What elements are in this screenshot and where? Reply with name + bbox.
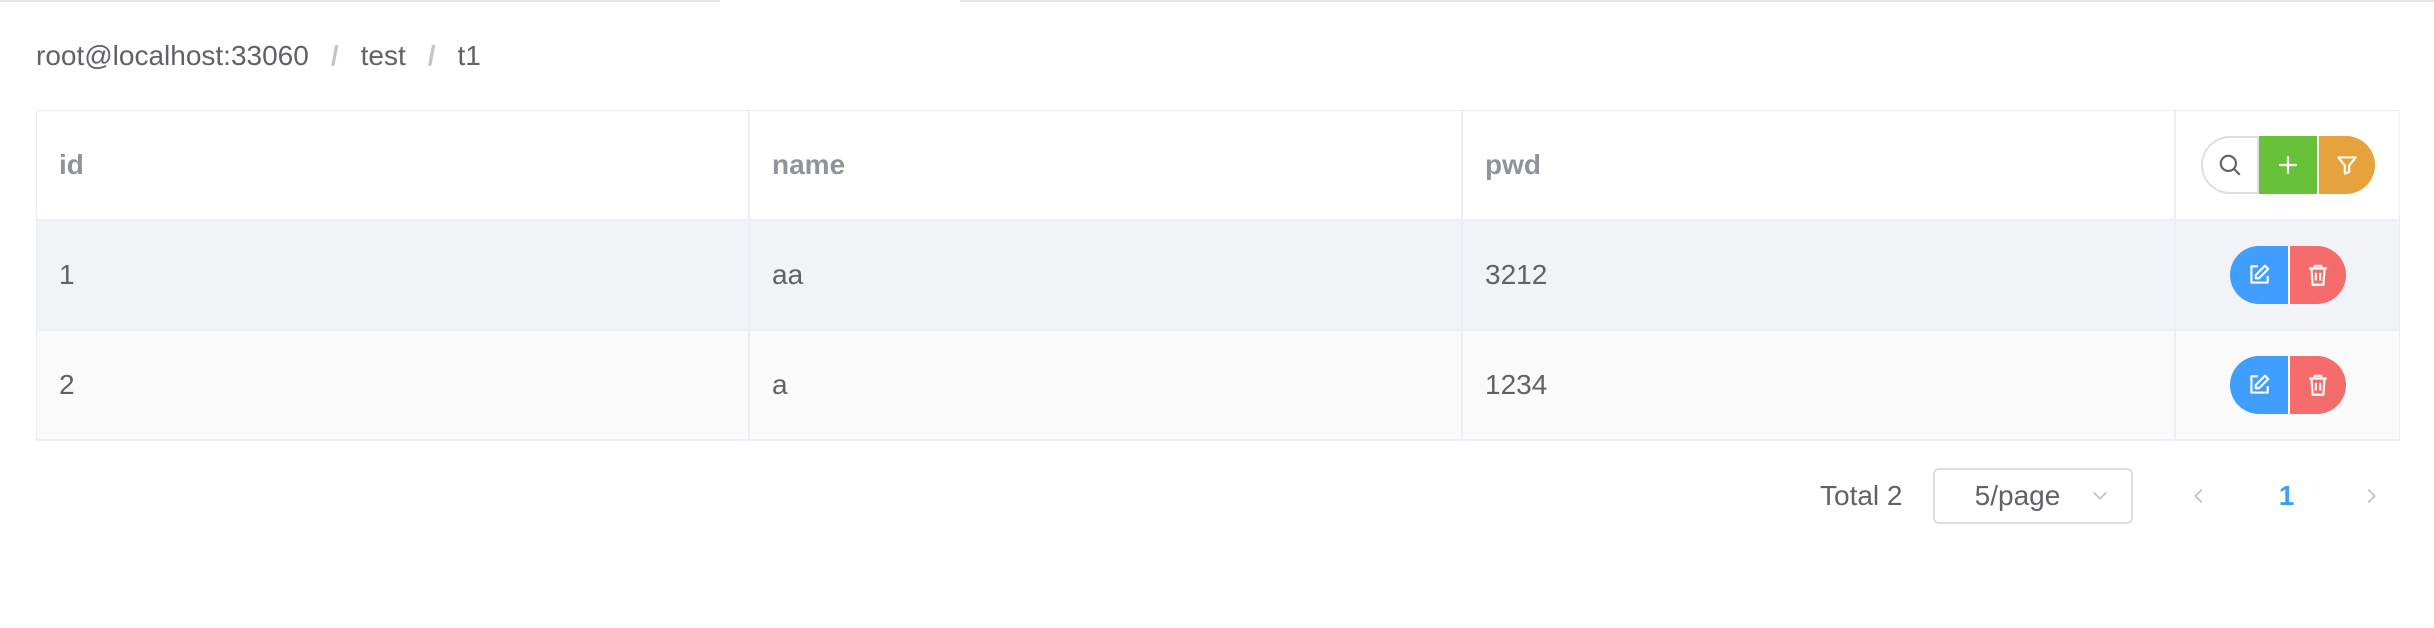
delete-icon bbox=[2308, 374, 2327, 396]
edit-icon bbox=[2249, 264, 2269, 284]
page-size-value: 5/page bbox=[1974, 480, 2061, 511]
column-header-id[interactable]: id bbox=[37, 111, 750, 219]
delete-row-button[interactable] bbox=[2287, 356, 2346, 414]
edit-row-button[interactable] bbox=[2229, 246, 2288, 304]
cell-pwd: 3212 bbox=[1463, 221, 2176, 329]
row-action-group bbox=[2229, 356, 2346, 414]
chevron-right-icon bbox=[2367, 488, 2376, 504]
pagination: Total 2 5/page 1 bbox=[1820, 468, 2400, 524]
toolbar-cell bbox=[2176, 111, 2399, 219]
filter-button[interactable] bbox=[2316, 136, 2375, 194]
tab-strip bbox=[0, 0, 2434, 2]
breadcrumb-separator: / bbox=[330, 40, 339, 71]
active-tab-indicator bbox=[720, 0, 960, 2]
cell-name: aa bbox=[750, 221, 1463, 329]
row-actions bbox=[2176, 331, 2399, 439]
table-header-row: id name pwd bbox=[37, 111, 2399, 221]
page-number-current[interactable]: 1 bbox=[2267, 480, 2307, 512]
cell-id: 2 bbox=[37, 331, 750, 439]
table-row: 1 aa 3212 bbox=[37, 221, 2399, 331]
cell-id: 1 bbox=[37, 221, 750, 329]
column-header-pwd[interactable]: pwd bbox=[1463, 111, 2176, 219]
delete-row-button[interactable] bbox=[2287, 246, 2346, 304]
prev-page-button[interactable] bbox=[2179, 476, 2219, 516]
search-button[interactable] bbox=[2200, 136, 2259, 194]
row-actions bbox=[2176, 221, 2399, 329]
breadcrumb-database[interactable]: test bbox=[361, 40, 406, 72]
chevron-down-icon bbox=[2092, 491, 2107, 500]
search-icon bbox=[2219, 154, 2241, 176]
delete-icon bbox=[2308, 264, 2327, 286]
breadcrumb-table: t1 bbox=[457, 40, 481, 71]
page-size-select[interactable]: 5/page bbox=[1932, 468, 2133, 524]
breadcrumb-separator: / bbox=[427, 40, 436, 71]
table-row: 2 a 1234 bbox=[37, 331, 2399, 441]
edit-icon bbox=[2249, 374, 2269, 394]
pagination-total: Total 2 bbox=[1820, 480, 1903, 511]
filter-icon bbox=[2336, 156, 2357, 175]
add-row-button[interactable] bbox=[2258, 136, 2317, 194]
chevron-left-icon bbox=[2193, 488, 2202, 504]
next-page-button[interactable] bbox=[2351, 476, 2391, 516]
breadcrumb: root@localhost:33060 / test / t1 bbox=[36, 36, 481, 76]
breadcrumb-connection[interactable]: root@localhost:33060 bbox=[36, 40, 309, 72]
row-action-group bbox=[2229, 246, 2346, 304]
data-table: id name pwd 1 aa 3212 2 a 1234 bbox=[36, 110, 2400, 441]
cell-name: a bbox=[750, 331, 1463, 439]
cell-pwd: 1234 bbox=[1463, 331, 2176, 439]
plus-icon bbox=[2278, 156, 2297, 174]
edit-row-button[interactable] bbox=[2229, 356, 2288, 414]
toolbar-button-group bbox=[2200, 136, 2375, 194]
column-header-name[interactable]: name bbox=[750, 111, 1463, 219]
